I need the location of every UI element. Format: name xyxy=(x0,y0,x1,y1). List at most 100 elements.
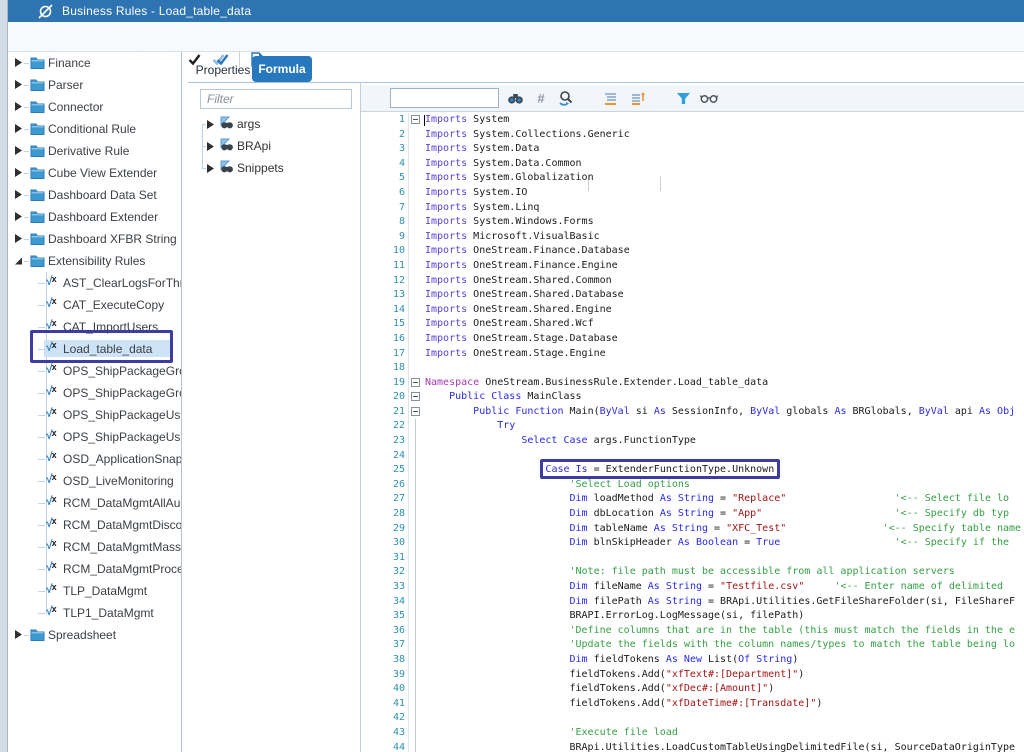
code-line-12[interactable]: 12Imports OneStream.Shared.Common xyxy=(362,274,1024,289)
code-line-8[interactable]: 8Imports System.Windows.Forms xyxy=(362,215,1024,230)
sidebar-item-ast-clearlogsforthresh[interactable]: √xAST_ClearLogsForThresh xyxy=(8,272,181,294)
expander-collapsed-icon[interactable] xyxy=(13,629,23,640)
code-line-1[interactable]: 1Imports System xyxy=(362,113,1024,128)
sidebar-item-spreadsheet[interactable]: Spreadsheet xyxy=(8,624,181,646)
expander-collapsed-icon[interactable] xyxy=(13,79,23,90)
sidebar-item-ops-shippackageusing[interactable]: √xOPS_ShipPackageUsing xyxy=(8,404,181,426)
code-line-20[interactable]: 20 Public Class MainClass xyxy=(362,390,1024,405)
code-line-22[interactable]: 22 Try xyxy=(362,419,1024,434)
code-line-42[interactable]: 42 xyxy=(362,711,1024,726)
sidebar-item-extensibility-rules[interactable]: Extensibility Rules xyxy=(8,250,181,272)
code-line-5[interactable]: 5Imports System.Globalization xyxy=(362,171,1024,186)
sidebar-item-parser[interactable]: Parser xyxy=(8,74,181,96)
sidebar-item-connector[interactable]: Connector xyxy=(8,96,181,118)
code-line-6[interactable]: 6Imports System.IO xyxy=(362,186,1024,201)
code-line-18[interactable]: 18 xyxy=(362,361,1024,376)
preview-glasses-icon[interactable] xyxy=(700,89,718,107)
code-line-9[interactable]: 9Imports Microsoft.VisualBasic xyxy=(362,230,1024,245)
object-item-brapi[interactable]: BRApi xyxy=(193,135,359,157)
sidebar-item-ops-shippackageusing[interactable]: √xOPS_ShipPackageUsing xyxy=(8,426,181,448)
sidebar-item-rcm-datamgmtdiscove[interactable]: √xRCM_DataMgmtDiscove xyxy=(8,514,181,536)
sidebar-item-dashboard-xfbr-string[interactable]: Dashboard XFBR String xyxy=(8,228,181,250)
code-line-23[interactable]: 23 Select Case args.FunctionType xyxy=(362,434,1024,449)
code-line-29[interactable]: 29 Dim tableName As String = "XFC_Test" … xyxy=(362,522,1024,537)
code-line-30[interactable]: 30 Dim blnSkipHeader As Boolean = True '… xyxy=(362,536,1024,551)
code-line-32[interactable]: 32 'Note: file path must be accessible f… xyxy=(362,565,1024,580)
filter-input[interactable] xyxy=(200,89,352,109)
code-editor[interactable]: 1Imports System2Imports System.Collectio… xyxy=(362,113,1024,752)
code-line-15[interactable]: 15Imports OneStream.Shared.Wcf xyxy=(362,317,1024,332)
sidebar-item-osd-livemonitoring[interactable]: √xOSD_LiveMonitoring xyxy=(8,470,181,492)
sidebar-item-osd-applicationsnapsh[interactable]: √xOSD_ApplicationSnapsh xyxy=(8,448,181,470)
format-outdent-icon[interactable] xyxy=(628,89,646,107)
sidebar-item-rcm-datamgmtallaudi[interactable]: √xRCM_DataMgmtAllAudi xyxy=(8,492,181,514)
sidebar-item-rcm-datamgmtprocess[interactable]: √xRCM_DataMgmtProcess xyxy=(8,558,181,580)
expander-collapsed-icon[interactable] xyxy=(205,141,215,152)
expander-collapsed-icon[interactable] xyxy=(13,145,23,156)
search-replace-icon[interactable] xyxy=(557,89,575,107)
code-line-13[interactable]: 13Imports OneStream.Shared.Database xyxy=(362,288,1024,303)
sidebar-item-tlp1-datamgmt[interactable]: √xTLP1_DataMgmt xyxy=(8,602,181,624)
code-line-40[interactable]: 40 fieldTokens.Add("xfDec#:[Amount]") xyxy=(362,682,1024,697)
expander-expanded-icon[interactable] xyxy=(13,255,23,266)
code-line-41[interactable]: 41 fieldTokens.Add("xfDateTime#:[Transda… xyxy=(362,697,1024,712)
fold-collapse-icon[interactable] xyxy=(409,390,423,405)
expander-collapsed-icon[interactable] xyxy=(13,189,23,200)
sidebar-item-cube-view-extender[interactable]: Cube View Extender xyxy=(8,162,181,184)
expander-collapsed-icon[interactable] xyxy=(205,163,215,174)
code-line-10[interactable]: 10Imports OneStream.Finance.Database xyxy=(362,244,1024,259)
code-line-37[interactable]: 37 'Update the fields with the column na… xyxy=(362,638,1024,653)
code-line-3[interactable]: 3Imports System.Data xyxy=(362,142,1024,157)
expander-collapsed-icon[interactable] xyxy=(13,167,23,178)
code-line-26[interactable]: 26 'Select Load options xyxy=(362,478,1024,493)
find-icon[interactable] xyxy=(506,89,524,107)
code-line-27[interactable]: 27 Dim loadMethod As String = "Replace" … xyxy=(362,492,1024,507)
tab-formula[interactable]: Formula xyxy=(252,56,312,82)
expander-collapsed-icon[interactable] xyxy=(13,211,23,222)
code-line-14[interactable]: 14Imports OneStream.Shared.Engine xyxy=(362,303,1024,318)
sidebar-item-load-table-data[interactable]: √xLoad_table_data xyxy=(8,338,181,360)
code-line-19[interactable]: 19Namespace OneStream.BusinessRule.Exten… xyxy=(362,376,1024,391)
sidebar-item-finance[interactable]: Finance xyxy=(8,52,181,74)
code-line-24[interactable]: 24 xyxy=(362,449,1024,464)
object-item-snippets[interactable]: Snippets xyxy=(193,157,359,179)
code-line-16[interactable]: 16Imports OneStream.Stage.Database xyxy=(362,332,1024,347)
code-line-21[interactable]: 21 Public Function Main(ByVal si As Sess… xyxy=(362,405,1024,420)
code-line-2[interactable]: 2Imports System.Collections.Generic xyxy=(362,128,1024,143)
sidebar-item-tlp-datamgmt[interactable]: √xTLP_DataMgmt xyxy=(8,580,181,602)
expander-collapsed-icon[interactable] xyxy=(205,119,215,130)
sidebar-item-cat-importusers[interactable]: √xCAT_ImportUsers xyxy=(8,316,181,338)
filter-funnel-icon[interactable] xyxy=(674,89,692,107)
code-line-39[interactable]: 39 fieldTokens.Add("xfText#:[Department]… xyxy=(362,668,1024,683)
expander-collapsed-icon[interactable] xyxy=(13,57,23,68)
code-line-7[interactable]: 7Imports System.Linq xyxy=(362,201,1024,216)
code-line-25[interactable]: 25 Case Is = ExtenderFunctionType.Unknow… xyxy=(362,463,1024,478)
code-line-33[interactable]: 33 Dim fileName As String = "Testfile.cs… xyxy=(362,580,1024,595)
object-item-args[interactable]: args xyxy=(193,113,359,135)
sidebar-item-dashboard-data-set[interactable]: Dashboard Data Set xyxy=(8,184,181,206)
code-line-34[interactable]: 34 Dim filePath As String = BRApi.Utilit… xyxy=(362,595,1024,610)
expander-collapsed-icon[interactable] xyxy=(13,233,23,244)
code-line-28[interactable]: 28 Dim dbLocation As String = "App" '<--… xyxy=(362,507,1024,522)
code-line-4[interactable]: 4Imports System.Data.Common xyxy=(362,157,1024,172)
goto-line-icon[interactable]: # xyxy=(532,89,550,107)
code-line-36[interactable]: 36 'Define columns that are in the table… xyxy=(362,624,1024,639)
expander-collapsed-icon[interactable] xyxy=(13,101,23,112)
sidebar-item-conditional-rule[interactable]: Conditional Rule xyxy=(8,118,181,140)
code-line-11[interactable]: 11Imports OneStream.Finance.Engine xyxy=(362,259,1024,274)
sidebar-item-derivative-rule[interactable]: Derivative Rule xyxy=(8,140,181,162)
code-line-38[interactable]: 38 Dim fieldTokens As New List(Of String… xyxy=(362,653,1024,668)
code-line-35[interactable]: 35 BRAPI.ErrorLog.LogMessage(si, filePat… xyxy=(362,609,1024,624)
sidebar-item-rcm-datamgmtmassa[interactable]: √xRCM_DataMgmtMassA xyxy=(8,536,181,558)
sidebar-item-cat-executecopy[interactable]: √xCAT_ExecuteCopy xyxy=(8,294,181,316)
sidebar-item-ops-shippackagegroup[interactable]: √xOPS_ShipPackageGroup xyxy=(8,360,181,382)
expander-collapsed-icon[interactable] xyxy=(13,123,23,134)
fold-collapse-icon[interactable] xyxy=(409,113,423,128)
code-line-43[interactable]: 43 'Execute file load xyxy=(362,726,1024,741)
editor-search-input[interactable] xyxy=(390,88,499,108)
tab-properties[interactable]: Properties xyxy=(193,58,253,82)
sidebar-item-ops-shippackagegroup[interactable]: √xOPS_ShipPackageGroup xyxy=(8,382,181,404)
fold-collapse-icon[interactable] xyxy=(409,376,423,391)
sidebar-item-dashboard-extender[interactable]: Dashboard Extender xyxy=(8,206,181,228)
code-line-31[interactable]: 31 xyxy=(362,551,1024,566)
